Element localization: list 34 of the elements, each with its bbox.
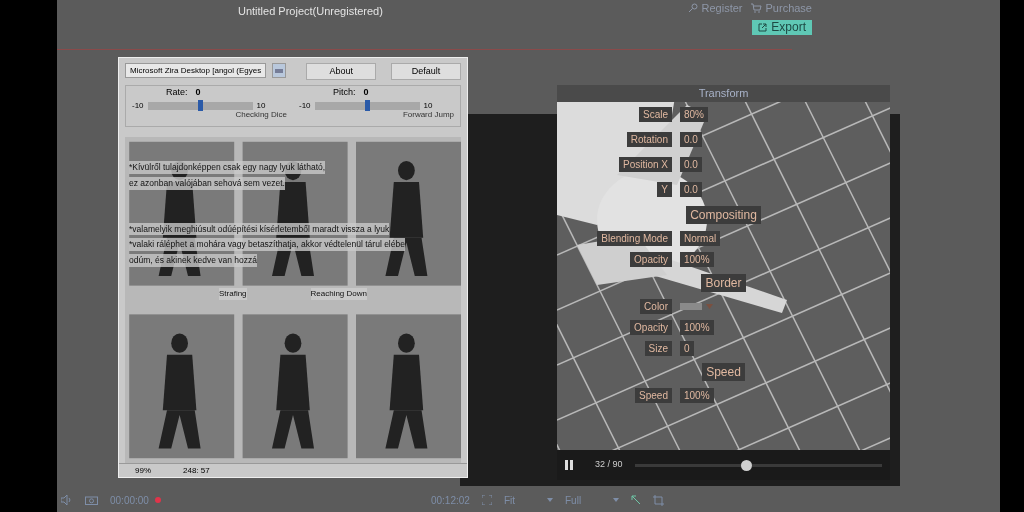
arrow-icon xyxy=(631,495,642,505)
timecode: 00:12:02 xyxy=(430,493,470,508)
speaker-icon xyxy=(61,495,73,505)
caret-icon xyxy=(613,498,620,502)
fullscreen-icon xyxy=(481,495,492,505)
caret-icon xyxy=(547,498,553,502)
pause-button[interactable] xyxy=(565,460,575,470)
voice-dropdown[interactable]: Microsoft Zira Desktop [angol (Egyes xyxy=(125,63,267,78)
camera-icon xyxy=(85,495,98,505)
window-title: Untitled Project(Unregistered) xyxy=(238,4,383,19)
slider-value: 0 xyxy=(195,86,201,99)
timecode: 00:00:00 xyxy=(110,493,149,508)
seek-thumb[interactable] xyxy=(740,459,752,471)
slider-min: -10 xyxy=(299,99,311,112)
slider-value: 0 xyxy=(363,86,369,99)
status-text: 99% xyxy=(135,464,151,477)
toolbar-button[interactable]: About xyxy=(306,63,377,80)
slider-min: -10 xyxy=(132,99,144,112)
export-button[interactable]: Export xyxy=(752,19,812,35)
slider-thumb[interactable] xyxy=(198,99,204,111)
frame-counter: 32 / 90 xyxy=(595,458,623,472)
crop-icon xyxy=(653,494,665,506)
slider-track[interactable] xyxy=(147,101,253,110)
section-title: Transform xyxy=(698,87,749,99)
slider-label: Rate: xyxy=(166,86,188,99)
slider-label: Pitch: xyxy=(333,86,356,99)
cart-icon xyxy=(750,3,762,14)
export-icon xyxy=(758,22,768,32)
toolbar-button[interactable]: Default xyxy=(391,63,461,80)
slider-thumb[interactable] xyxy=(365,99,371,111)
slider-track[interactable] xyxy=(314,101,420,110)
swap-button[interactable] xyxy=(272,63,287,78)
caret-icon xyxy=(706,303,713,309)
status-text: 248: 57 xyxy=(183,464,210,477)
